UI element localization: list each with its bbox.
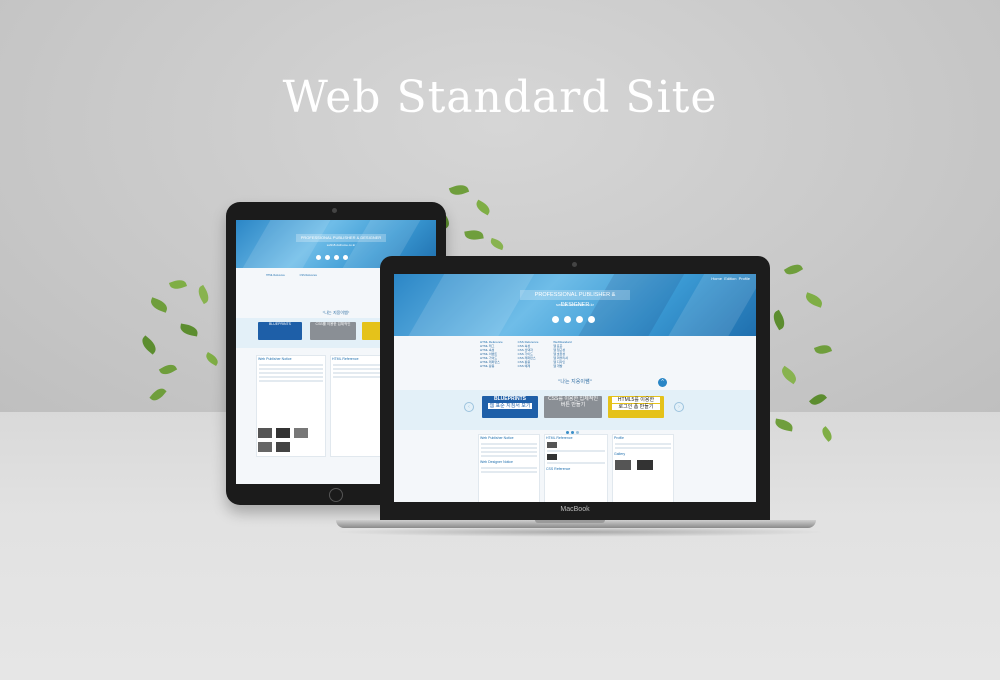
laptop-hero: Home Edition Profile PROFESSIONAL PUBLIS… xyxy=(394,274,756,336)
arrow-left-icon[interactable]: ‹ xyxy=(464,402,474,412)
heart-icon[interactable] xyxy=(564,316,571,323)
laptop-top-nav: Home Edition Profile xyxy=(711,276,750,281)
tablet-link-columns: HTML Reference CSS Reference xyxy=(266,274,318,277)
laptop-link-columns: HTML Reference HTML 태그 HTML 속성 HTML 이벤트 HTM… xyxy=(480,340,572,368)
laptop-hero-subtitle: sw918.dothome.co.kr xyxy=(555,302,595,307)
tablet-thumbnail xyxy=(294,428,308,438)
play-icon[interactable] xyxy=(316,255,321,260)
tablet-thumbnail xyxy=(276,428,290,438)
nav-link[interactable]: Edition xyxy=(724,276,736,281)
chat-icon[interactable] xyxy=(588,316,595,323)
chat-icon[interactable] xyxy=(343,255,348,260)
laptop-slide-card[interactable]: BLUEPRINTS 웹 표준 지침서 보기 xyxy=(482,396,538,418)
tablet-slide-card[interactable]: BLUEPRINTS xyxy=(258,322,302,340)
laptop-hero-banner: PROFESSIONAL PUBLISHER & DESIGNER xyxy=(520,290,630,308)
tablet-thumbnail xyxy=(258,442,272,452)
laptop-content-box: Profile Gallery xyxy=(612,434,674,502)
nav-link[interactable]: Profile xyxy=(739,276,750,281)
tablet-hero-banner: PROFESSIONAL PUBLISHER & DESIGNER xyxy=(296,234,386,242)
laptop-slide-card[interactable]: CSS를 이용한 입체적인 버튼 만들기 xyxy=(544,396,602,418)
laptop-quote: "나는 지웅이쌤" xyxy=(558,379,592,385)
tablet-thumbnail xyxy=(276,442,290,452)
tablet-hero-subtitle: sw918.dothome.co.kr xyxy=(326,243,356,247)
tablet-slide-card[interactable]: CSS를 이용한 입체적인 xyxy=(310,322,356,340)
heart-icon[interactable] xyxy=(325,255,330,260)
laptop-notch xyxy=(535,520,605,523)
tablet-thumbnail xyxy=(258,428,272,438)
laptop-device: Home Edition Profile PROFESSIONAL PUBLIS… xyxy=(380,256,770,520)
laptop-brand-label: MacBook xyxy=(560,506,590,513)
tablet-camera xyxy=(332,208,337,213)
nav-link[interactable]: Home xyxy=(711,276,722,281)
settings-icon[interactable] xyxy=(576,316,583,323)
laptop-slider: ‹ BLUEPRINTS 웹 표준 지침서 보기 CSS를 이용한 입체적인 버… xyxy=(394,390,756,434)
arrow-right-icon[interactable]: › xyxy=(674,402,684,412)
play-icon[interactable] xyxy=(552,316,559,323)
settings-icon[interactable] xyxy=(334,255,339,260)
laptop-content-box: Web Publisher Notice Web Designer Notice xyxy=(478,434,540,502)
laptop-camera xyxy=(572,262,577,267)
laptop-screen: Home Edition Profile PROFESSIONAL PUBLIS… xyxy=(394,274,756,502)
laptop-slide-card[interactable]: HTML5를 이용한 로그인 폼 만들기 xyxy=(608,396,664,418)
tablet-home-button[interactable] xyxy=(329,488,343,502)
page-headline: Web Standard Site xyxy=(282,72,718,123)
laptop-content-box: HTML Reference CSS Reference xyxy=(544,434,608,502)
laptop-shadow xyxy=(330,527,830,537)
chevron-up-icon[interactable]: ^ xyxy=(658,378,667,387)
plant-right xyxy=(760,261,850,455)
